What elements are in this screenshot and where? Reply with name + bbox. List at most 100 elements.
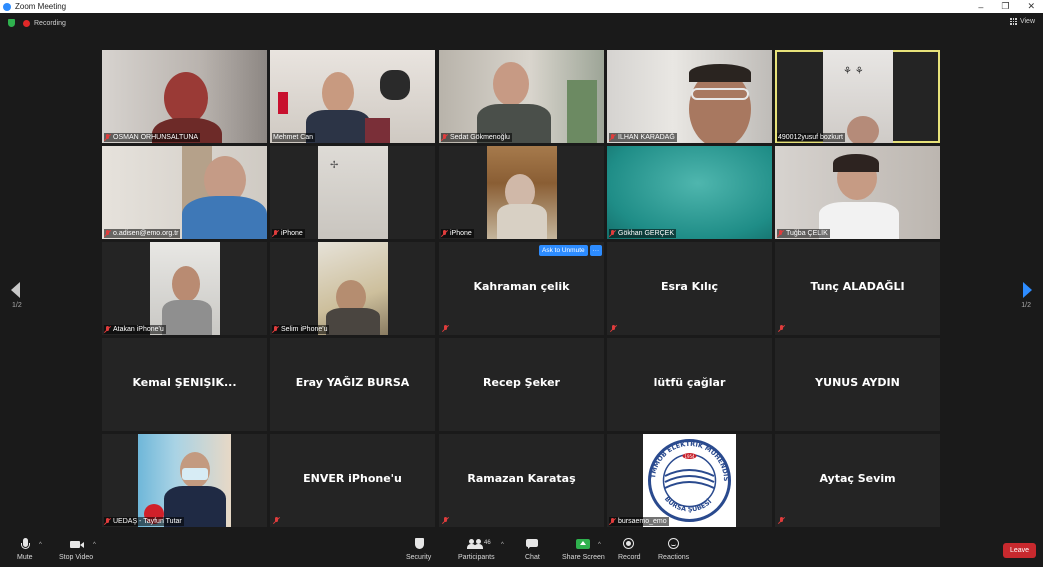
participant-name-tag: OSMAN ORHUNSALTUNA (104, 133, 201, 142)
participant-tile[interactable]: İLHAN KARADAĞ (607, 50, 772, 143)
participant-tile[interactable]: iPhone (439, 146, 604, 239)
muted-mic-icon (274, 517, 280, 524)
participant-tile[interactable]: TMMOB ELEKTRİK MÜHENDİSLERİ ODASI BURSA … (607, 434, 772, 527)
stop-video-button[interactable]: Stop Video (59, 537, 93, 561)
muted-mic-icon (779, 325, 785, 332)
participant-name-tag: UEDAŞ - Tayfun Tutar (104, 517, 184, 526)
participant-display-name: Aytaç Sevim (819, 472, 896, 485)
muted-mic-icon (105, 134, 111, 141)
participant-display-name: Tunç ALADAĞLI (810, 280, 905, 293)
participant-tile[interactable]: Tuğba ÇELİK (775, 146, 940, 239)
page-indicator-left: 1/2 (12, 302, 22, 309)
participant-display-name: Eray YAĞIZ BURSA (295, 376, 410, 389)
participant-display-name: ENVER iPhone'u (303, 472, 402, 485)
participant-tile[interactable]: OSMAN ORHUNSALTUNA (102, 50, 267, 143)
microphone-icon (18, 537, 32, 551)
meeting-status-bar: Recording View (0, 13, 1043, 33)
previous-page-arrow-icon[interactable] (11, 282, 20, 298)
participant-tile[interactable]: Gökhan GERÇEK (607, 146, 772, 239)
mute-button[interactable]: Mute (17, 537, 33, 561)
muted-mic-icon (610, 230, 616, 237)
reactions-button[interactable]: Reactions (658, 537, 689, 561)
more-options-button[interactable]: ··· (589, 245, 603, 256)
view-label: View (1019, 18, 1035, 25)
share-screen-icon (576, 537, 591, 551)
participant-tile[interactable]: YUNUS AYDIN (775, 338, 940, 431)
participant-tile[interactable]: Mehmet Can (270, 50, 435, 143)
emo-bursa-logo: TMMOB ELEKTRİK MÜHENDİSLERİ ODASI BURSA … (643, 434, 731, 522)
participant-name-tag: İLHAN KARADAĞ (609, 133, 677, 142)
close-button[interactable]: ✕ (1027, 1, 1035, 12)
record-button[interactable]: Record (618, 537, 641, 561)
participant-name-tag: Tuğba ÇELİK (777, 229, 830, 238)
participant-tile[interactable]: Atakan iPhone'u (102, 242, 267, 335)
muted-mic-icon (105, 518, 111, 525)
participant-name-tag: 490012yusuf bozkurt (777, 133, 845, 142)
participant-tile[interactable]: o.adisen@emo.org.tr (102, 146, 267, 239)
muted-mic-icon (105, 230, 111, 237)
chat-bubble-icon (525, 537, 539, 551)
participant-display-name: lütfü çağlar (653, 376, 726, 389)
muted-mic-icon (779, 517, 785, 524)
zoom-app-icon (3, 2, 11, 11)
participant-name-tag: Selim iPhone'u (272, 325, 330, 334)
window-titlebar: Zoom Meeting – ❐ ✕ (0, 0, 1043, 13)
muted-mic-icon (778, 230, 784, 237)
participant-tile[interactable]: Esra Kılıç (607, 242, 772, 335)
participant-tile[interactable]: Tunç ALADAĞLI (775, 242, 940, 335)
audio-options-chevron-icon[interactable]: ^ (39, 542, 42, 548)
muted-mic-icon (273, 326, 279, 333)
participant-display-name: Recep Şeker (483, 376, 560, 389)
participant-name-tag: Atakan iPhone'u (104, 325, 166, 334)
participant-name-tag: Mehmet Can (272, 133, 316, 142)
participant-name-tag: iPhone (272, 229, 305, 238)
shield-icon (412, 537, 426, 551)
meeting-toolbar: Mute ^ Stop Video ^ Security Participant… (0, 535, 1043, 567)
participant-tile[interactable]: Selim iPhone'u (270, 242, 435, 335)
participant-tile[interactable]: Aytaç Sevim (775, 434, 940, 527)
maximize-button[interactable]: ❐ (1001, 1, 1009, 12)
smiley-icon (667, 537, 681, 551)
encryption-shield-icon[interactable] (8, 19, 15, 27)
share-screen-button[interactable]: Share Screen (562, 537, 605, 561)
chat-button[interactable]: Chat (525, 537, 540, 561)
participant-tile[interactable]: Kemal ŞENIŞIK... (102, 338, 267, 431)
page-indicator-right: 1/2 (1021, 302, 1031, 309)
muted-mic-icon (442, 230, 448, 237)
participant-tile[interactable]: Recep Şeker (439, 338, 604, 431)
participant-display-name: Kahraman çelik (473, 280, 570, 293)
participant-display-name: YUNUS AYDIN (815, 376, 900, 389)
leave-meeting-button[interactable]: Leave (1003, 543, 1036, 558)
view-button[interactable]: View (1009, 18, 1035, 25)
record-icon (622, 537, 636, 551)
video-camera-icon (69, 537, 85, 551)
participant-tile[interactable]: Sedat Gökmenoğlu (439, 50, 604, 143)
participant-tile-active-speaker[interactable]: ⚘ ⚘ 490012yusuf bozkurt (775, 50, 940, 143)
participant-name-tag: Gökhan GERÇEK (609, 229, 677, 238)
participants-count: 46 (484, 540, 491, 546)
muted-mic-icon (443, 325, 449, 332)
muted-mic-icon (443, 517, 449, 524)
ask-to-unmute-popup: Ask to Unmute ··· (539, 245, 603, 256)
security-button[interactable]: Security (406, 537, 431, 561)
participant-tile[interactable]: Ramazan Karataş (439, 434, 604, 527)
muted-mic-icon (610, 518, 616, 525)
participants-options-chevron-icon[interactable]: ^ (501, 542, 504, 548)
participant-tile[interactable]: ENVER iPhone'u (270, 434, 435, 527)
minimize-button[interactable]: – (978, 2, 983, 12)
ask-to-unmute-button[interactable]: Ask to Unmute (539, 245, 588, 256)
recording-label: Recording (34, 19, 66, 27)
share-options-chevron-icon[interactable]: ^ (598, 542, 601, 548)
muted-mic-icon (611, 325, 617, 332)
participant-tile[interactable]: UEDAŞ - Tayfun Tutar (102, 434, 267, 527)
participant-display-name: Ramazan Karataş (467, 472, 576, 485)
participant-tile[interactable]: lütfü çağlar (607, 338, 772, 431)
video-options-chevron-icon[interactable]: ^ (93, 542, 96, 548)
next-page-arrow-icon[interactable] (1023, 282, 1032, 298)
participant-tile[interactable]: Eray YAĞIZ BURSA (270, 338, 435, 431)
participant-name-tag: Sedat Gökmenoğlu (441, 133, 512, 142)
participant-name-tag: o.adisen@emo.org.tr (104, 229, 181, 238)
window-title: Zoom Meeting (15, 2, 67, 11)
participant-tile[interactable]: ✢ iPhone (270, 146, 435, 239)
gallery-grid-icon (1009, 18, 1017, 25)
